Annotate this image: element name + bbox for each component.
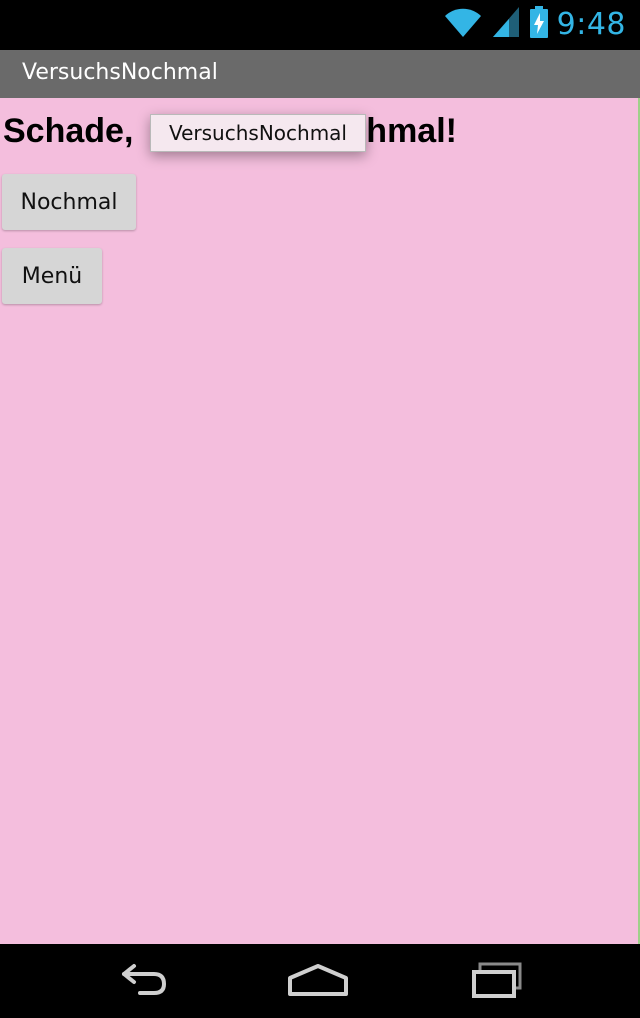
app-bar: VersuchsNochmal — [0, 50, 640, 98]
home-icon[interactable] — [278, 958, 358, 1002]
clock: 9:48 — [556, 6, 626, 42]
wifi-icon — [443, 5, 483, 44]
toast-message: VersuchsNochmal — [150, 114, 366, 152]
headline-left: Schade, — [3, 112, 134, 150]
recent-apps-icon[interactable] — [456, 958, 536, 1002]
menu-button[interactable]: Menü — [2, 248, 102, 304]
battery-icon — [529, 5, 549, 44]
status-bar: 9:48 — [0, 0, 640, 50]
retry-button[interactable]: Nochmal — [2, 174, 136, 230]
status-icons: 9:48 — [443, 4, 626, 44]
signal-icon — [491, 5, 521, 44]
navigation-bar — [0, 944, 640, 1018]
back-icon[interactable] — [102, 958, 182, 1002]
main-content: Schade, chmal! Nochmal Menü VersuchsNochm… — [0, 98, 638, 944]
app-title: VersuchsNochmal — [22, 60, 218, 85]
